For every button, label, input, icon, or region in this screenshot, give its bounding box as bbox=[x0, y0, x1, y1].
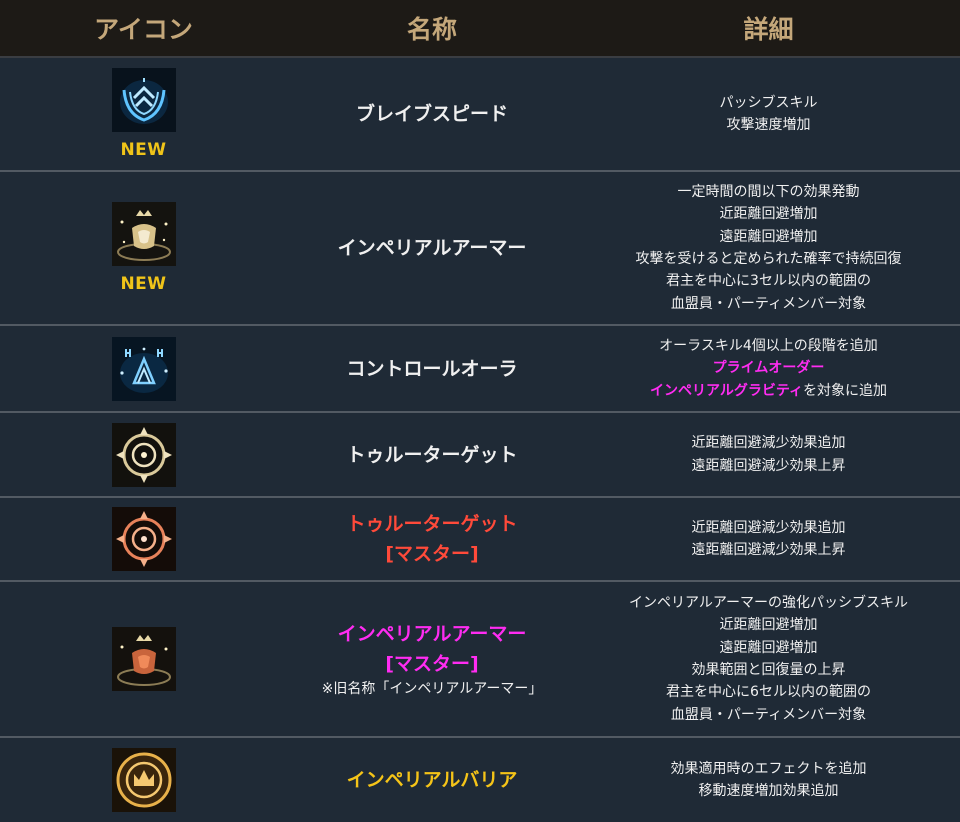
detail-line: 遠距離回避増加 bbox=[719, 228, 818, 245]
imperial-barrier-icon bbox=[111, 748, 176, 812]
skill-name: インペリアルバリア bbox=[346, 769, 518, 791]
skill-name: トゥルーターゲット bbox=[346, 443, 518, 466]
skill-name-master: [マスター] bbox=[385, 653, 479, 675]
detail-cell: オーラスキル4個以上の段階を追加 プライムオーダー インペリアルグラビティを対象… bbox=[577, 335, 960, 402]
detail-line: 遠距離回避減少効果上昇 bbox=[691, 542, 846, 558]
icon-cell bbox=[0, 422, 287, 487]
highlight-skill: プライムオーダー bbox=[712, 360, 825, 377]
name-cell: インペリアルバリア bbox=[287, 765, 577, 795]
detail-line: 君主を中心に6セル以内の範囲の bbox=[666, 684, 871, 701]
table-row: インペリアルバリア 効果適用時のエフェクトを追加 移動速度増加効果追加 bbox=[0, 738, 960, 822]
detail-line: 君主を中心に3セル以内の範囲の bbox=[666, 273, 871, 290]
name-cell: インペリアルアーマー [マスター] ※旧名称「インペリアルアーマー」 bbox=[287, 619, 577, 699]
detail-line: 近距離回避減少効果追加 bbox=[691, 435, 846, 452]
detail-cell: 近距離回避減少効果追加 遠距離回避減少効果上昇 bbox=[577, 432, 960, 477]
detail-suffix: を対象に追加 bbox=[803, 382, 888, 399]
table-row: NEW ブレイブスピード パッシブスキル 攻撃速度増加 bbox=[0, 58, 960, 172]
detail-line: 近距離回避増加 bbox=[719, 206, 818, 223]
detail-line: 遠距離回避減少効果上昇 bbox=[691, 457, 846, 474]
detail-line: パッシブスキル bbox=[719, 94, 818, 111]
detail-line: 一定時間の間以下の効果発動 bbox=[677, 184, 860, 201]
table-row: トゥルーターゲット 近距離回避減少効果追加 遠距離回避減少効果上昇 bbox=[0, 413, 960, 498]
highlight-skill: インペリアルグラビティ bbox=[649, 382, 804, 399]
icon-cell: NEW bbox=[0, 202, 287, 294]
icon-cell: NEW bbox=[0, 68, 287, 160]
skill-table: アイコン 名称 詳細 NEW ブレイブスピード パッシブスキル 攻撃速度増加 N… bbox=[0, 0, 960, 822]
icon-cell bbox=[0, 507, 287, 571]
name-cell: ブレイブスピード bbox=[287, 99, 577, 129]
detail-cell: パッシブスキル 攻撃速度増加 bbox=[577, 92, 960, 137]
detail-line: 効果適用時のエフェクトを追加 bbox=[670, 760, 867, 777]
control-aura-icon bbox=[111, 336, 176, 401]
detail-line: 遠距離回避増加 bbox=[719, 639, 818, 656]
skill-name: ブレイブスピード bbox=[355, 103, 508, 125]
name-cell: インペリアルアーマー bbox=[287, 233, 577, 263]
table-row: NEW インペリアルアーマー 一定時間の間以下の効果発動 近距離回避増加 遠距離… bbox=[0, 172, 960, 326]
detail-line: オーラスキル4個以上の段階を追加 bbox=[659, 338, 878, 355]
detail-line: 攻撃を受けると定められた確率で持続回復 bbox=[635, 251, 902, 267]
former-name-note: ※旧名称「インペリアルアーマー」 bbox=[321, 681, 543, 697]
icon-cell bbox=[0, 336, 287, 401]
skill-name: インペリアルアーマー bbox=[337, 623, 527, 645]
header-name: 名称 bbox=[406, 15, 457, 44]
detail-cell: 近距離回避減少効果追加 遠距離回避減少効果上昇 bbox=[577, 517, 960, 562]
table-row: トゥルーターゲット [マスター] 近距離回避減少効果追加 遠距離回避減少効果上昇 bbox=[0, 498, 960, 582]
skill-name-master: [マスター] bbox=[385, 543, 479, 565]
skill-name: コントロールオーラ bbox=[346, 357, 518, 380]
new-badge: NEW bbox=[120, 274, 167, 294]
skill-name: トゥルーターゲット bbox=[346, 513, 518, 535]
detail-cell: インペリアルアーマーの強化パッシブスキル 近距離回避増加 遠距離回避増加 効果範… bbox=[577, 592, 960, 726]
detail-line: 近距離回避減少効果追加 bbox=[691, 519, 846, 536]
detail-line: 血盟員・パーティメンバー対象 bbox=[670, 295, 867, 312]
imperial-armor-master-icon bbox=[111, 627, 176, 691]
new-badge: NEW bbox=[120, 140, 167, 160]
true-target-icon bbox=[111, 422, 176, 487]
icon-cell bbox=[0, 748, 287, 812]
name-cell: コントロールオーラ bbox=[287, 354, 577, 384]
detail-line: 近距離回避増加 bbox=[719, 617, 818, 634]
detail-line: 効果範囲と回復量の上昇 bbox=[691, 662, 846, 678]
icon-cell bbox=[0, 627, 287, 691]
detail-line: 血盟員・パーティメンバー対象 bbox=[670, 706, 867, 723]
header-detail: 詳細 bbox=[743, 15, 794, 44]
detail-cell: 一定時間の間以下の効果発動 近距離回避増加 遠距離回避増加 攻撃を受けると定めら… bbox=[577, 181, 960, 315]
brave-speed-icon bbox=[111, 68, 176, 132]
detail-line: 攻撃速度増加 bbox=[726, 117, 811, 133]
header-icon: アイコン bbox=[94, 15, 193, 44]
true-target-master-icon bbox=[111, 507, 176, 571]
detail-cell: 効果適用時のエフェクトを追加 移動速度増加効果追加 bbox=[577, 758, 960, 803]
detail-line: 移動速度増加効果追加 bbox=[698, 783, 839, 799]
detail-line: インペリアルアーマーの強化パッシブスキル bbox=[628, 595, 909, 612]
table-row: コントロールオーラ オーラスキル4個以上の段階を追加 プライムオーダー インペリ… bbox=[0, 326, 960, 413]
table-header: アイコン 名称 詳細 bbox=[0, 0, 960, 58]
table-row: インペリアルアーマー [マスター] ※旧名称「インペリアルアーマー」 インペリア… bbox=[0, 582, 960, 738]
name-cell: トゥルーターゲット [マスター] bbox=[287, 509, 577, 569]
skill-name: インペリアルアーマー bbox=[337, 237, 527, 259]
name-cell: トゥルーターゲット bbox=[287, 440, 577, 470]
imperial-armor-icon bbox=[111, 202, 176, 266]
